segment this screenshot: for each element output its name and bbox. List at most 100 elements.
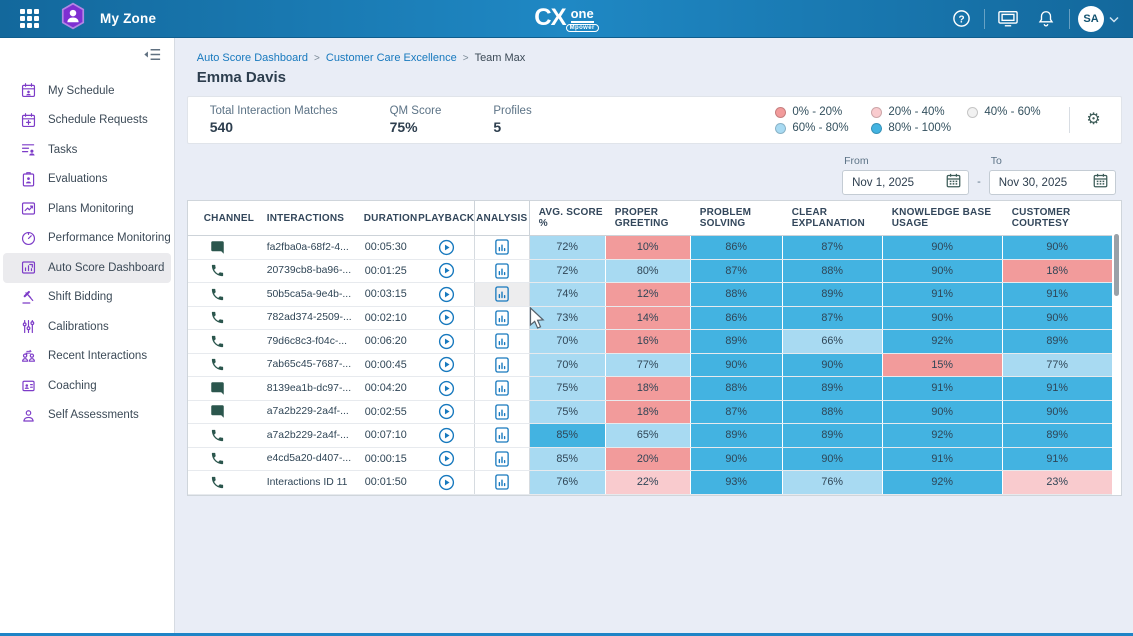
screen-share-icon[interactable] xyxy=(993,4,1023,34)
legend-dot-icon xyxy=(871,123,882,134)
breadcrumb-item-customer-care-excellence[interactable]: Customer Care Excellence xyxy=(326,52,457,64)
sidebar-item-schedule-requests[interactable]: Schedule Requests xyxy=(3,106,171,136)
score-value: 89% xyxy=(1003,424,1112,447)
sidebar-item-my-schedule[interactable]: My Schedule xyxy=(3,76,171,106)
column-header-analysis[interactable]: ANALYSIS xyxy=(474,201,529,235)
analysis-icon[interactable] xyxy=(495,404,509,420)
playback-cell xyxy=(419,471,474,494)
avatar[interactable]: SA xyxy=(1078,6,1104,32)
score-value: 87% xyxy=(691,401,782,424)
app-launcher-grid-icon[interactable] xyxy=(12,0,46,38)
column-header-problem-solving[interactable]: PROBLEM SOLVING xyxy=(690,201,782,235)
column-header-duration[interactable]: DURATION xyxy=(357,201,419,235)
analysis-icon[interactable] xyxy=(495,310,509,326)
column-header-interactions[interactable]: INTERACTIONS xyxy=(247,201,357,235)
column-header-proper-greeting[interactable]: PROPER GREETING xyxy=(605,201,690,235)
score-value: 76% xyxy=(530,471,605,494)
channel-cell xyxy=(188,260,247,283)
analysis-icon[interactable] xyxy=(495,333,509,349)
play-icon[interactable] xyxy=(438,239,455,256)
score-cell: 72% xyxy=(529,260,605,283)
interaction-id: 50b5ca5a-9e4b-... xyxy=(247,283,357,306)
play-icon[interactable] xyxy=(438,286,455,303)
column-header-avg-score[interactable]: AVG. SCORE % xyxy=(529,201,605,235)
settings-gear-icon[interactable]: ⚙ xyxy=(1084,110,1102,130)
channel-cell xyxy=(188,307,247,330)
svg-text:?: ? xyxy=(958,14,964,25)
legend-label: 80% - 100% xyxy=(888,122,951,134)
help-icon[interactable]: ? xyxy=(946,4,976,34)
legend-dot-icon xyxy=(775,107,786,118)
account-menu[interactable]: SA xyxy=(1078,6,1119,32)
performance-monitoring-icon xyxy=(20,230,37,247)
analysis-icon[interactable] xyxy=(495,380,509,396)
score-cell: 90% xyxy=(1002,401,1112,424)
score-value: 89% xyxy=(691,424,782,447)
score-cell: 89% xyxy=(690,424,782,447)
sidebar-item-self-assessments[interactable]: Self Assessments xyxy=(3,401,171,431)
play-icon[interactable] xyxy=(438,333,455,350)
sidebar-item-coaching[interactable]: Coaching xyxy=(3,371,171,401)
sidebar-collapse-icon[interactable] xyxy=(143,46,162,68)
channel-phone-icon xyxy=(210,310,225,325)
from-date-input[interactable]: Nov 1, 2025 xyxy=(842,170,969,195)
play-icon[interactable] xyxy=(438,262,455,279)
play-icon[interactable] xyxy=(438,450,455,467)
analysis-icon[interactable] xyxy=(495,474,509,490)
play-icon[interactable] xyxy=(438,474,455,491)
score-value: 18% xyxy=(606,377,690,400)
analysis-cell xyxy=(474,330,529,353)
table-scrollbar[interactable] xyxy=(1114,234,1119,296)
analysis-icon[interactable] xyxy=(495,239,509,255)
breadcrumb-item-auto-score-dashboard[interactable]: Auto Score Dashboard xyxy=(197,52,308,64)
analysis-icon[interactable] xyxy=(495,286,509,302)
play-icon[interactable] xyxy=(438,403,455,420)
score-cell: 92% xyxy=(882,424,1002,447)
score-cell: 91% xyxy=(882,448,1002,471)
score-value: 90% xyxy=(783,354,882,377)
analysis-icon[interactable] xyxy=(495,451,509,467)
sidebar-item-calibrations[interactable]: Calibrations xyxy=(3,312,171,342)
table-row: a7a2b229-2a4f-...00:07:1085%65%89%89%92%… xyxy=(188,424,1112,448)
column-header-customer-courtesy[interactable]: CUSTOMER COURTESY xyxy=(1002,201,1112,235)
column-header-clear-explanation[interactable]: CLEAR EXPLANATION xyxy=(782,201,882,235)
table-body: fa2fba0a-68f2-4...00:05:3072%10%86%87%90… xyxy=(188,236,1112,495)
analysis-cell xyxy=(474,307,529,330)
sidebar-item-shift-bidding[interactable]: Shift Bidding xyxy=(3,283,171,313)
column-header-channel[interactable]: CHANNEL xyxy=(188,201,247,235)
score-value: 70% xyxy=(530,330,605,353)
score-value: 22% xyxy=(606,471,690,494)
channel-cell xyxy=(188,283,247,306)
sidebar-item-evaluations[interactable]: Evaluations xyxy=(3,165,171,195)
analysis-icon[interactable] xyxy=(495,357,509,373)
score-cell: 89% xyxy=(690,330,782,353)
calendar-icon[interactable] xyxy=(1093,173,1108,193)
to-date-input[interactable]: Nov 30, 2025 xyxy=(989,170,1116,195)
sidebar-item-tasks[interactable]: Tasks xyxy=(3,135,171,165)
sidebar-item-auto-score-dashboard[interactable]: Auto Score Dashboard xyxy=(3,253,171,283)
duration: 00:06:20 xyxy=(357,330,419,353)
score-cell: 20% xyxy=(605,448,690,471)
duration: 00:01:25 xyxy=(357,260,419,283)
play-icon[interactable] xyxy=(438,380,455,397)
table-row: a7a2b229-2a4f-...00:02:5575%18%87%88%90%… xyxy=(188,401,1112,425)
sidebar-item-performance-monitoring[interactable]: Performance Monitoring xyxy=(3,224,171,254)
notifications-bell-icon[interactable] xyxy=(1031,4,1061,34)
analysis-icon[interactable] xyxy=(495,427,509,443)
legend-label: 0% - 20% xyxy=(792,106,842,118)
play-icon[interactable] xyxy=(438,356,455,373)
schedule-requests-icon xyxy=(20,112,37,129)
calendar-icon[interactable] xyxy=(946,173,961,193)
main-content: Auto Score Dashboard>Customer Care Excel… xyxy=(175,38,1133,636)
score-value: 90% xyxy=(1003,307,1112,330)
sidebar-item-plans-monitoring[interactable]: Plans Monitoring xyxy=(3,194,171,224)
playback-cell xyxy=(419,354,474,377)
column-header-playback[interactable]: PLAYBACK xyxy=(419,201,474,235)
sidebar-item-recent-interactions[interactable]: Recent Interactions xyxy=(3,342,171,372)
analysis-icon[interactable] xyxy=(495,263,509,279)
play-icon[interactable] xyxy=(438,309,455,326)
column-header-knowledge-base-usage[interactable]: KNOWLEDGE BASE USAGE xyxy=(882,201,1002,235)
duration: 00:03:15 xyxy=(357,283,419,306)
play-icon[interactable] xyxy=(438,427,455,444)
score-legend: 0% - 20%20% - 40%40% - 60%60% - 80%80% -… xyxy=(775,106,1055,134)
